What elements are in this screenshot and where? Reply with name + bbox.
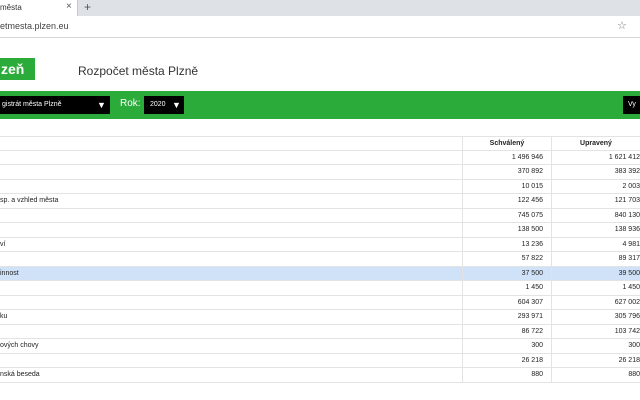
organization-select[interactable]: gistrát města Plzně ▼ (0, 96, 110, 114)
row-approved-cell: 86 722 (462, 324, 551, 338)
browser-tab[interactable]: města × (0, 0, 78, 16)
row-approved-cell: 293 971 (462, 310, 551, 324)
table-row[interactable]: sp. a vzhled města 122 456 121 703 (0, 194, 640, 209)
column-header-approved[interactable]: Schválený (462, 137, 551, 150)
column-header-adjusted[interactable]: Upravený (551, 137, 640, 150)
row-name-cell: nská beseda (0, 371, 40, 378)
row-approved-cell: 370 892 (462, 165, 551, 179)
row-name-cell (0, 281, 462, 295)
table-row[interactable]: 604 307 627 002 (0, 295, 640, 310)
column-header-name (0, 137, 462, 150)
row-approved-cell: 1 496 946 (462, 150, 551, 164)
row-adjusted-cell: 1 450 (551, 281, 640, 295)
bookmark-star-icon[interactable]: ☆ (617, 19, 627, 32)
table-row[interactable]: innost 37 500 39 500 (0, 266, 640, 281)
row-approved-cell: 138 500 (462, 223, 551, 237)
row-name-cell: ových chovy (0, 342, 39, 349)
table-row[interactable]: 86 722 103 742 (0, 324, 640, 339)
table-row[interactable]: ví 13 236 4 981 (0, 237, 640, 252)
row-name-cell (0, 209, 462, 223)
year-label: Rok: (120, 98, 141, 109)
table-row[interactable]: 745 075 840 130 (0, 208, 640, 223)
table-row[interactable]: 1 450 1 450 (0, 281, 640, 296)
year-select-value: 2020 (150, 101, 166, 108)
row-name-cell: sp. a vzhled města (0, 197, 59, 204)
row-approved-cell: 604 307 (462, 295, 551, 309)
row-approved-cell: 57 822 (462, 252, 551, 266)
row-approved-cell: 10 015 (462, 179, 551, 193)
row-adjusted-cell: 2 003 (551, 179, 640, 193)
submit-button[interactable]: Vy (623, 96, 640, 114)
row-adjusted-cell: 880 (551, 368, 640, 382)
row-adjusted-cell: 138 936 (551, 223, 640, 237)
row-adjusted-cell: 627 002 (551, 295, 640, 309)
row-approved-cell: 745 075 (462, 208, 551, 222)
new-tab-icon[interactable]: + (84, 0, 91, 14)
row-name-cell (0, 325, 462, 339)
table-row[interactable]: 138 500 138 936 (0, 223, 640, 238)
browser-tab-strip: města × + (0, 0, 640, 16)
row-name-cell (0, 180, 462, 194)
dropdown-caret-icon: ▼ (172, 100, 181, 110)
address-bar[interactable]: etmesta.plzen.eu ☆ (0, 16, 640, 38)
table-row[interactable]: ku 293 971 305 796 (0, 310, 640, 325)
row-adjusted-cell: 103 742 (551, 324, 640, 338)
table-row[interactable]: 10 015 2 003 (0, 179, 640, 194)
row-approved-cell: 122 456 (462, 194, 551, 208)
row-approved-cell: 13 236 (462, 237, 551, 251)
table-row[interactable]: 57 822 89 317 (0, 252, 640, 267)
row-approved-cell: 37 500 (462, 266, 551, 280)
row-adjusted-cell: 89 317 (551, 252, 640, 266)
table-row[interactable]: nská beseda 880 880 (0, 368, 640, 383)
table-row[interactable]: ových chovy 300 300 (0, 339, 640, 354)
table-row[interactable]: 1 496 946 1 621 412 (0, 150, 640, 165)
plzen-logo[interactable]: zeň (0, 58, 35, 80)
row-adjusted-cell: 1 621 412 (551, 150, 640, 164)
row-approved-cell: 26 218 (462, 353, 551, 367)
row-adjusted-cell: 121 703 (551, 194, 640, 208)
row-approved-cell: 300 (462, 339, 551, 353)
row-name-cell (0, 252, 462, 266)
row-adjusted-cell: 26 218 (551, 353, 640, 367)
row-adjusted-cell: 840 130 (551, 208, 640, 222)
filter-bar: gistrát města Plzně ▼ Rok: 2020 ▼ Vy (0, 91, 640, 119)
row-adjusted-cell: 383 392 (551, 165, 640, 179)
row-adjusted-cell: 300 (551, 339, 640, 353)
dropdown-caret-icon: ▼ (97, 100, 106, 110)
row-name-cell: ví (0, 240, 6, 248)
row-adjusted-cell: 39 500 (551, 266, 640, 280)
table-row[interactable]: 370 892 383 392 (0, 165, 640, 180)
organization-select-value: gistrát města Plzně (2, 101, 62, 108)
year-select[interactable]: 2020 ▼ (144, 96, 184, 114)
row-name-cell: ku (0, 313, 8, 320)
row-adjusted-cell: 4 981 (551, 237, 640, 251)
table-header-row: Schválený Upravený (0, 136, 640, 151)
row-name-cell (0, 296, 462, 310)
page-title: Rozpočet města Plzně (78, 64, 199, 78)
row-name-cell (0, 223, 462, 237)
row-name-cell (0, 165, 462, 179)
row-approved-cell: 880 (462, 368, 551, 382)
row-name-cell (0, 354, 462, 368)
row-name-cell (0, 151, 462, 165)
row-adjusted-cell: 305 796 (551, 310, 640, 324)
budget-table: Schválený Upravený 1 496 946 1 621 412 370… (0, 136, 640, 383)
row-approved-cell: 1 450 (462, 281, 551, 295)
row-name-cell: innost (0, 269, 19, 277)
browser-tab-title: města (0, 3, 22, 12)
close-tab-icon[interactable]: × (66, 1, 72, 13)
url-text[interactable]: etmesta.plzen.eu (0, 21, 69, 31)
table-row[interactable]: 26 218 26 218 (0, 353, 640, 368)
